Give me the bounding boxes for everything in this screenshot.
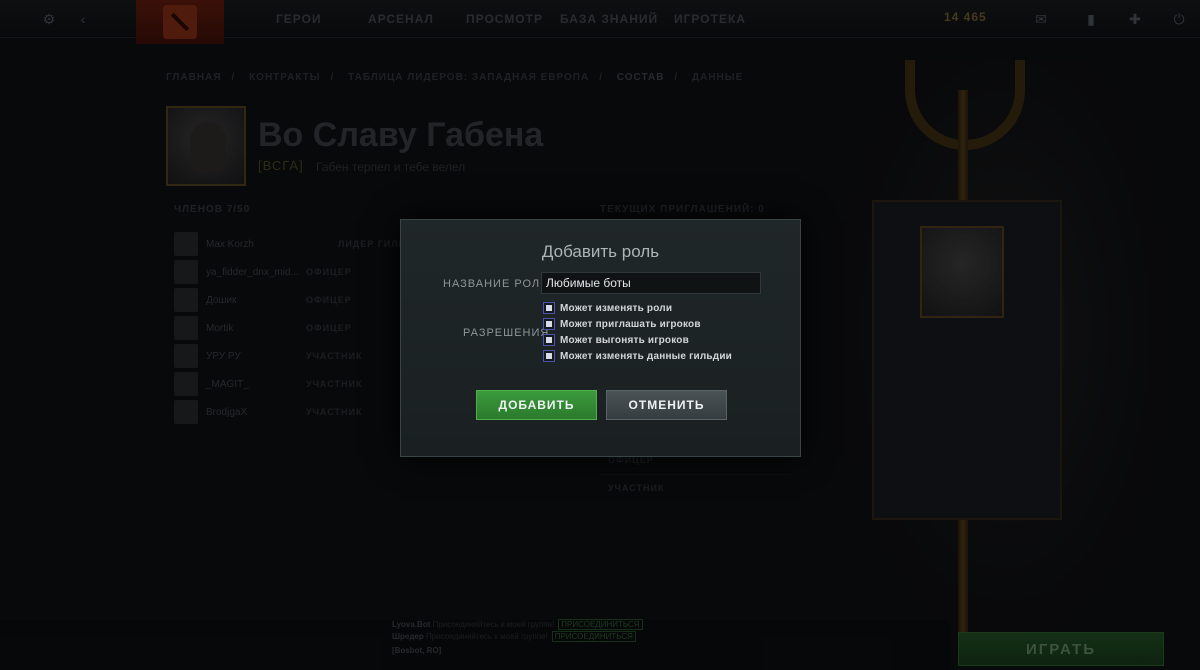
permission-label: Может изменять данные гильдии [560, 350, 733, 362]
checkbox-edit-guild-data[interactable] [543, 350, 555, 362]
checkbox-invite-players[interactable] [543, 318, 555, 330]
permission-label: Может выгонять игроков [560, 334, 689, 346]
dialog-title: Добавить роль [541, 242, 660, 261]
role-name-label: НАЗВАНИЕ РОЛИ [443, 278, 550, 290]
add-role-dialog: Добавить роль НАЗВАНИЕ РОЛИ РАЗРЕШЕНИЯ М… [400, 219, 801, 457]
role-name-input[interactable] [541, 272, 761, 294]
checkbox-edit-roles[interactable] [543, 302, 555, 314]
permission-edit-roles[interactable]: Может изменять роли [543, 301, 672, 315]
permission-invite-players[interactable]: Может приглашать игроков [543, 317, 701, 331]
permission-label: Может изменять роли [560, 302, 673, 314]
permission-kick-players[interactable]: Может выгонять игроков [543, 333, 689, 347]
permission-label: Может приглашать игроков [560, 318, 701, 330]
cancel-button[interactable]: ОТМЕНИТЬ [606, 390, 727, 420]
add-button[interactable]: ДОБАВИТЬ [476, 390, 597, 420]
permission-edit-guild-data[interactable]: Может изменять данные гильдии [543, 349, 732, 363]
permissions-label: РАЗРЕШЕНИЯ [463, 327, 550, 339]
checkbox-kick-players[interactable] [543, 334, 555, 346]
